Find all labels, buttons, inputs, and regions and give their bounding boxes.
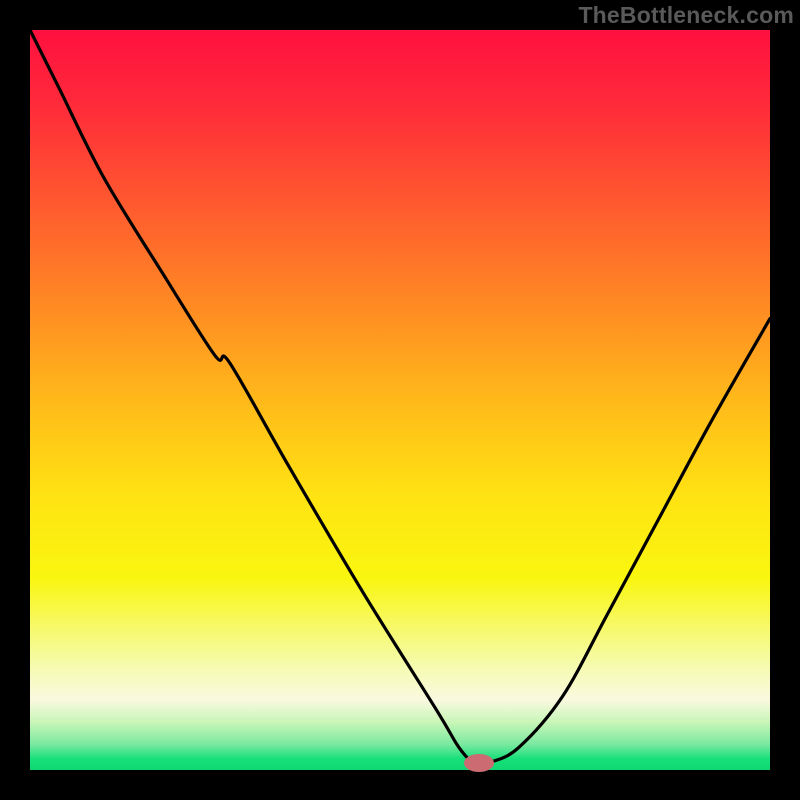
bottleneck-chart xyxy=(0,0,800,800)
watermark-text: TheBottleneck.com xyxy=(578,2,794,29)
chart-stage: TheBottleneck.com xyxy=(0,0,800,800)
optimum-marker xyxy=(464,754,494,772)
plot-panel xyxy=(30,30,770,770)
